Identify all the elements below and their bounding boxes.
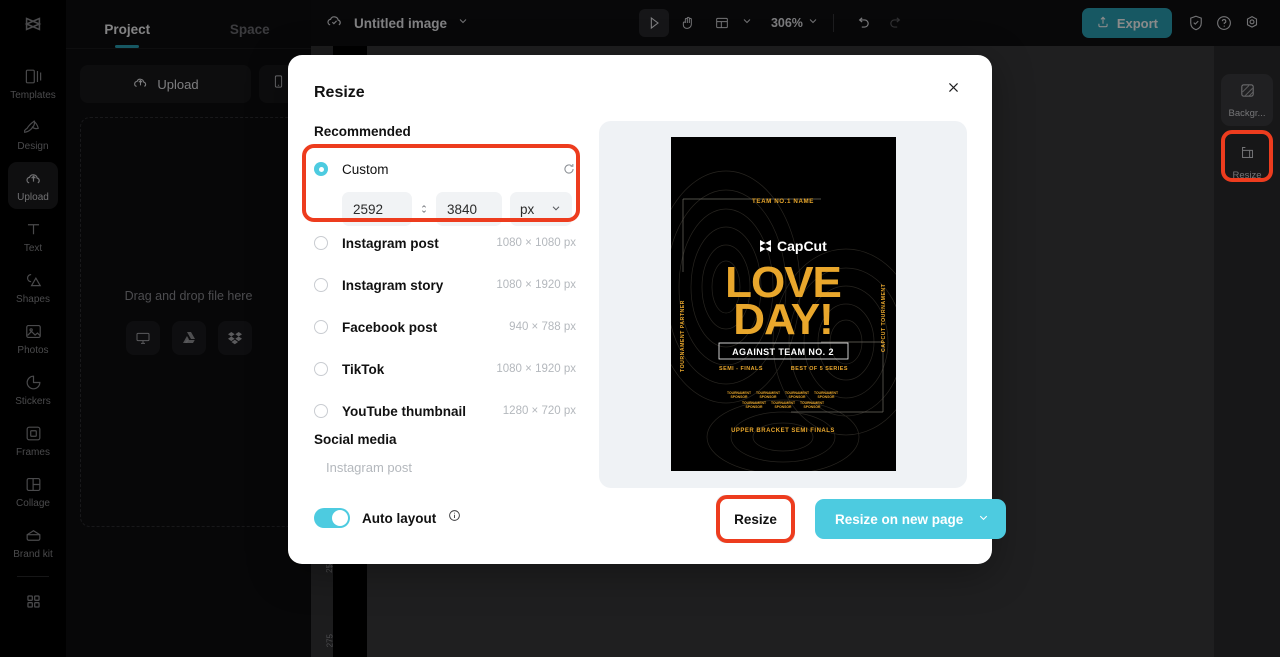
custom-size-option[interactable]: Custom 2592 3840 px — [314, 148, 576, 232]
preset-label: Facebook post — [342, 319, 438, 335]
preset-option-facebook-post[interactable]: Facebook post 940 × 788 px — [314, 306, 576, 348]
poster-top-label: TEAM NO.1 NAME — [752, 198, 814, 205]
unit-select[interactable]: px — [510, 192, 572, 226]
reset-icon[interactable] — [562, 162, 576, 176]
preset-radio[interactable] — [314, 320, 328, 334]
preset-size: 1280 × 720 px — [502, 405, 576, 417]
preset-radio[interactable] — [314, 278, 328, 292]
preset-list: Instagram post 1080 × 1080 px Instagram … — [314, 222, 576, 432]
chevron-down-icon[interactable] — [977, 511, 990, 527]
preset-size: 1080 × 1920 px — [496, 363, 576, 375]
social-media-item[interactable]: Instagram post — [326, 460, 412, 475]
auto-layout-label: Auto layout — [362, 510, 437, 526]
svg-text:SPONSOR: SPONSOR — [804, 405, 822, 409]
poster-left-vertical: TOURNAMENT PARTNER — [680, 300, 686, 372]
poster-brand: CapCut — [777, 238, 827, 254]
poster-preview: TEAM NO.1 NAME CapCut LOVE DAY! AGAINST … — [671, 137, 896, 471]
resize-on-new-page-button[interactable]: Resize on new page — [815, 499, 1007, 539]
svg-text:SPONSOR: SPONSOR — [818, 395, 836, 399]
info-icon[interactable] — [448, 509, 461, 527]
dialog-title: Resize — [314, 84, 365, 101]
recommended-heading: Recommended — [314, 124, 411, 139]
chevron-down-icon — [550, 202, 562, 217]
preset-radio[interactable] — [314, 404, 328, 418]
preset-option-instagram-story[interactable]: Instagram story 1080 × 1920 px — [314, 264, 576, 306]
preset-label: YouTube thumbnail — [342, 403, 466, 419]
width-input[interactable]: 2592 — [342, 192, 412, 226]
unit-value: px — [520, 201, 535, 217]
preset-size: 1080 × 1920 px — [496, 279, 576, 291]
preset-label: TikTok — [342, 361, 385, 377]
preset-radio[interactable] — [314, 362, 328, 376]
resize-button[interactable]: Resize — [716, 495, 795, 543]
poster-artwork: TEAM NO.1 NAME CapCut LOVE DAY! AGAINST … — [671, 137, 896, 471]
preset-option-youtube-thumbnail[interactable]: YouTube thumbnail 1280 × 720 px — [314, 390, 576, 432]
poster-bottom-label: UPPER BRACKET SEMI FINALS — [731, 428, 835, 434]
preview-panel: TEAM NO.1 NAME CapCut LOVE DAY! AGAINST … — [599, 121, 967, 488]
svg-text:SPONSOR: SPONSOR — [731, 395, 749, 399]
preset-size: 940 × 788 px — [509, 321, 576, 333]
preset-label: Instagram story — [342, 277, 444, 293]
preset-option-tiktok[interactable]: TikTok 1080 × 1920 px — [314, 348, 576, 390]
preset-size: 1080 × 1080 px — [496, 237, 576, 249]
custom-size-inputs: 2592 3840 px — [342, 192, 576, 226]
svg-text:SPONSOR: SPONSOR — [746, 405, 764, 409]
poster-bestof: BEST OF 5 SERIES — [791, 366, 848, 372]
poster-right-vertical: CAPCUT TOURNAMENT — [881, 283, 887, 352]
poster-against: AGAINST TEAM NO. 2 — [732, 347, 834, 357]
poster-title-line2: DAY! — [733, 295, 833, 344]
poster-semi: SEMI - FINALS — [719, 366, 763, 372]
dialog-actions: Resize Resize on new page — [716, 495, 1007, 543]
auto-layout-toggle[interactable] — [314, 508, 350, 528]
app-root: Templates Design Upload Text Shapes Phot… — [0, 0, 1280, 657]
preset-option-instagram-post[interactable]: Instagram post 1080 × 1080 px — [314, 222, 576, 264]
svg-text:SPONSOR: SPONSOR — [760, 395, 778, 399]
custom-radio-row[interactable]: Custom — [314, 148, 576, 190]
height-input[interactable]: 3840 — [436, 192, 502, 226]
close-icon[interactable] — [940, 74, 966, 100]
social-media-heading: Social media — [314, 432, 397, 447]
svg-text:SPONSOR: SPONSOR — [775, 405, 793, 409]
preset-label: Instagram post — [342, 235, 439, 251]
svg-text:SPONSOR: SPONSOR — [789, 395, 807, 399]
auto-layout-row: Auto layout — [314, 508, 461, 528]
custom-label: Custom — [342, 161, 389, 177]
link-ratio-icon[interactable] — [417, 199, 431, 219]
resize-new-page-label: Resize on new page — [835, 511, 964, 527]
preset-radio[interactable] — [314, 236, 328, 250]
custom-radio[interactable] — [314, 162, 328, 176]
